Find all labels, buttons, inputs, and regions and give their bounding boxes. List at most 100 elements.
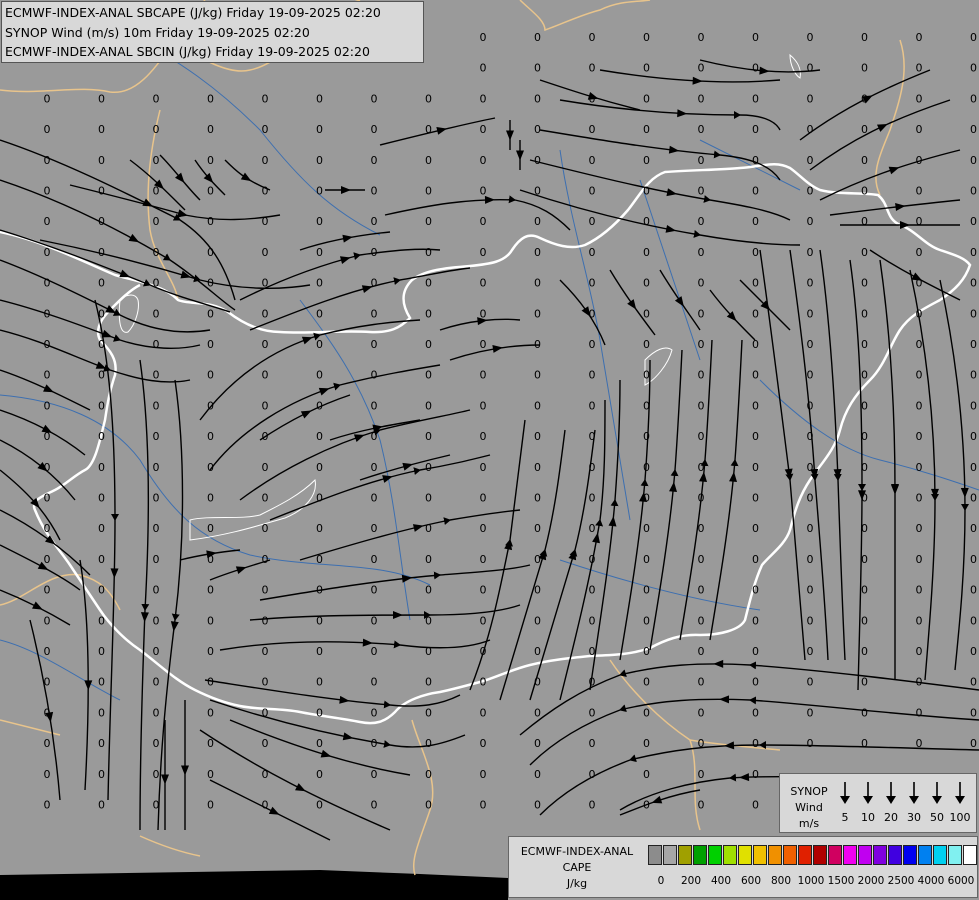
sbcape-value-label: 0 bbox=[425, 676, 432, 689]
sbcape-value-label: 0 bbox=[643, 62, 650, 75]
sbcape-value-label: 0 bbox=[752, 737, 759, 750]
sbcape-value-label: 0 bbox=[752, 215, 759, 228]
sbcape-value-label: 0 bbox=[98, 584, 105, 597]
sbcape-value-label: 0 bbox=[153, 553, 160, 566]
sbcape-value-label: 0 bbox=[752, 307, 759, 320]
cape-color-swatch bbox=[948, 845, 962, 865]
sbcape-value-label: 0 bbox=[970, 584, 977, 597]
sbcape-value-label: 0 bbox=[480, 123, 487, 136]
sbcape-value-label: 0 bbox=[916, 369, 923, 382]
sbcape-value-label: 0 bbox=[861, 92, 868, 105]
sbcape-value-label: 0 bbox=[207, 246, 214, 259]
sbcape-value-label: 0 bbox=[371, 522, 378, 535]
sbcape-value-label: 0 bbox=[98, 215, 105, 228]
sbcape-value-label: 0 bbox=[207, 185, 214, 198]
synop-speed-label: 100 bbox=[949, 811, 971, 824]
sbcape-value-label: 0 bbox=[425, 369, 432, 382]
sbcape-value-label: 0 bbox=[534, 307, 541, 320]
sbcape-value-label: 0 bbox=[534, 553, 541, 566]
sbcape-value-label: 0 bbox=[643, 307, 650, 320]
sbcape-value-label: 0 bbox=[153, 215, 160, 228]
sbcape-value-label: 0 bbox=[98, 706, 105, 719]
cape-tick-label: 1000 bbox=[797, 875, 825, 887]
sbcape-value-label: 0 bbox=[44, 215, 51, 228]
sbcape-value-label: 0 bbox=[262, 645, 269, 658]
sbcape-value-label: 0 bbox=[98, 338, 105, 351]
sbcape-value-label: 0 bbox=[98, 399, 105, 412]
sbcape-value-label: 0 bbox=[44, 369, 51, 382]
sbcape-value-label: 0 bbox=[534, 215, 541, 228]
sbcape-value-label: 0 bbox=[480, 706, 487, 719]
sbcape-value-label: 0 bbox=[262, 706, 269, 719]
sbcape-value-label: 0 bbox=[371, 676, 378, 689]
sbcape-value-label: 0 bbox=[643, 706, 650, 719]
sbcape-value-label: 0 bbox=[698, 676, 705, 689]
sbcape-value-label: 0 bbox=[643, 399, 650, 412]
sbcape-value-label: 0 bbox=[316, 799, 323, 812]
sbcape-value-label: 0 bbox=[98, 307, 105, 320]
sbcape-value-label: 0 bbox=[316, 737, 323, 750]
sbcape-value-label: 0 bbox=[698, 768, 705, 781]
sbcape-value-label: 0 bbox=[589, 461, 596, 474]
sbcape-value-label: 0 bbox=[98, 461, 105, 474]
cape-color-swatch bbox=[723, 845, 737, 865]
sbcape-value-label: 0 bbox=[861, 614, 868, 627]
sbcape-value-label: 0 bbox=[534, 430, 541, 443]
sbcape-value-label: 0 bbox=[970, 706, 977, 719]
sbcape-value-label: 0 bbox=[425, 307, 432, 320]
sbcape-value-label: 0 bbox=[916, 645, 923, 658]
sbcape-value-label: 0 bbox=[44, 645, 51, 658]
sbcape-value-label: 0 bbox=[807, 31, 814, 44]
map-title-box: ECMWF-INDEX-ANAL SBCAPE (J/kg) Friday 19… bbox=[1, 1, 424, 63]
sbcape-value-label: 0 bbox=[916, 215, 923, 228]
sbcape-value-label: 0 bbox=[752, 338, 759, 351]
sbcape-value-label: 0 bbox=[643, 614, 650, 627]
sbcape-value-label: 0 bbox=[98, 92, 105, 105]
sbcape-value-label: 0 bbox=[425, 154, 432, 167]
sbcape-value-label: 0 bbox=[698, 430, 705, 443]
sbcape-value-label: 0 bbox=[861, 215, 868, 228]
sbcape-value-label: 0 bbox=[262, 399, 269, 412]
sbcape-value-label: 0 bbox=[425, 461, 432, 474]
sbcape-value-label: 0 bbox=[153, 246, 160, 259]
title-synop-wind: SYNOP Wind (m/s) 10m Friday 19-09-2025 0… bbox=[5, 24, 310, 40]
sbcape-value-label: 0 bbox=[425, 92, 432, 105]
sbcape-value-label: 0 bbox=[698, 62, 705, 75]
title-sbcin: ECMWF-INDEX-ANAL SBCIN (J/kg) Friday 19-… bbox=[5, 44, 370, 59]
synop-arrow-icon bbox=[863, 782, 873, 804]
sbcape-value-label: 0 bbox=[643, 154, 650, 167]
sbcape-value-label: 0 bbox=[698, 737, 705, 750]
sbcape-value-label: 0 bbox=[207, 215, 214, 228]
sbcape-value-label: 0 bbox=[44, 307, 51, 320]
sbcape-value-label: 0 bbox=[534, 154, 541, 167]
sbcape-value-label: 0 bbox=[643, 338, 650, 351]
sbcape-value-label: 0 bbox=[589, 246, 596, 259]
sbcape-value-label: 0 bbox=[207, 737, 214, 750]
sbcape-value-label: 0 bbox=[262, 461, 269, 474]
sbcape-value-label: 0 bbox=[480, 676, 487, 689]
sbcape-value-label: 0 bbox=[262, 522, 269, 535]
sbcape-value-label: 0 bbox=[970, 185, 977, 198]
sbcape-value-label: 0 bbox=[262, 215, 269, 228]
sbcape-value-label: 0 bbox=[752, 154, 759, 167]
sbcape-value-label: 0 bbox=[643, 676, 650, 689]
sbcape-value-label: 0 bbox=[98, 645, 105, 658]
sbcape-value-label: 0 bbox=[153, 492, 160, 505]
sbcape-value-label: 0 bbox=[698, 307, 705, 320]
sbcape-value-label: 0 bbox=[207, 123, 214, 136]
sbcape-value-label: 0 bbox=[807, 154, 814, 167]
sbcape-value-label: 0 bbox=[425, 553, 432, 566]
sbcape-value-label: 0 bbox=[916, 461, 923, 474]
sbcape-value-label: 0 bbox=[807, 185, 814, 198]
cape-color-swatch bbox=[918, 845, 932, 865]
sbcape-value-label: 0 bbox=[752, 461, 759, 474]
sbcape-value-label: 0 bbox=[425, 614, 432, 627]
sbcape-value-label: 0 bbox=[698, 123, 705, 136]
sbcape-value-label: 0 bbox=[425, 768, 432, 781]
sbcape-value-label: 0 bbox=[316, 399, 323, 412]
sbcape-value-label: 0 bbox=[807, 215, 814, 228]
sbcape-value-label: 0 bbox=[480, 369, 487, 382]
sbcape-value-label: 0 bbox=[480, 307, 487, 320]
sbcape-value-label: 0 bbox=[752, 553, 759, 566]
sbcape-value-label: 0 bbox=[970, 62, 977, 75]
